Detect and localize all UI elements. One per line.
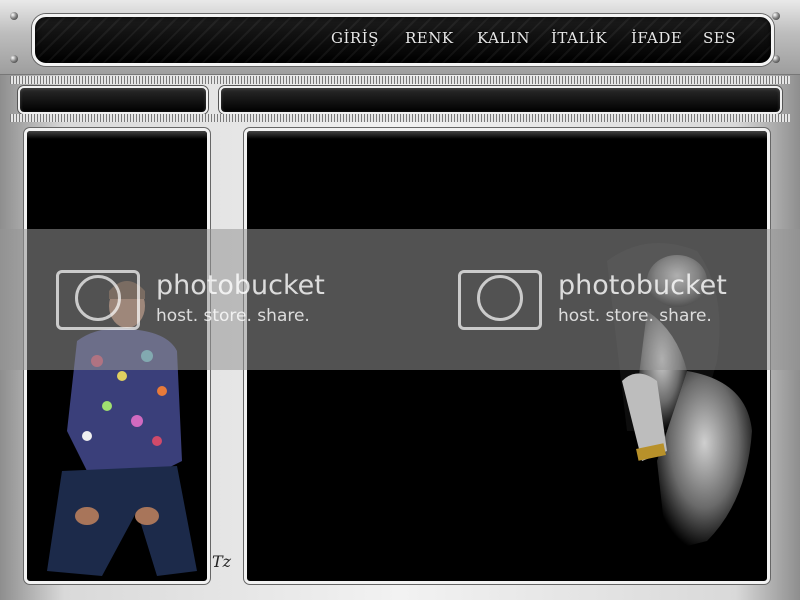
screw-icon	[10, 12, 18, 20]
main-navbar: GİRİŞ RENK KALIN İTALİK İFADE SES	[32, 14, 774, 66]
ribbed-divider	[10, 76, 790, 84]
designer-signature: Tz	[212, 552, 232, 571]
nav-item-ifade[interactable]: İFADE	[631, 29, 682, 47]
screw-icon	[10, 55, 18, 63]
nav-item-kalin[interactable]: KALIN	[477, 29, 530, 47]
screw-icon	[772, 12, 780, 20]
nav-item-ses[interactable]: SES	[703, 29, 736, 47]
man-photo	[47, 281, 197, 576]
top-frame: GİRİŞ RENK KALIN İTALİK İFADE SES	[0, 0, 800, 75]
left-image-panel	[24, 128, 210, 584]
right-slot	[219, 86, 782, 114]
ribbed-divider	[10, 114, 790, 122]
nav-item-giris[interactable]: GİRİŞ	[331, 29, 379, 47]
nav-item-italik[interactable]: İTALİK	[551, 29, 607, 47]
left-slot	[18, 86, 208, 114]
woman-photo	[607, 243, 752, 551]
nav-item-renk[interactable]: RENK	[405, 29, 454, 47]
main-content-panel	[244, 128, 770, 584]
